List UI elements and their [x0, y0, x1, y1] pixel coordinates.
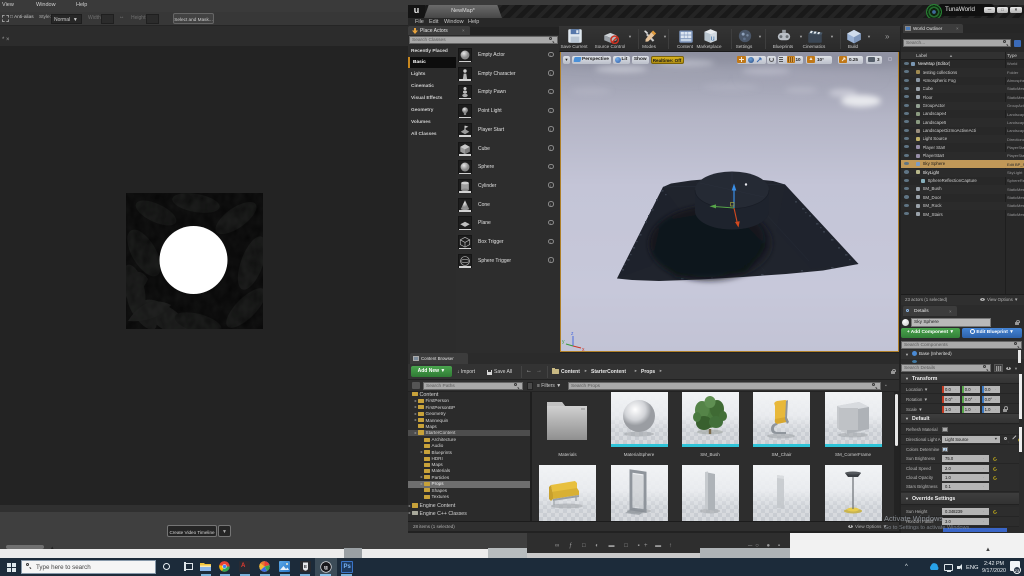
svg-text:u: u: [324, 564, 328, 572]
svg-text:E: E: [304, 564, 307, 569]
svg-text:u: u: [711, 33, 715, 42]
